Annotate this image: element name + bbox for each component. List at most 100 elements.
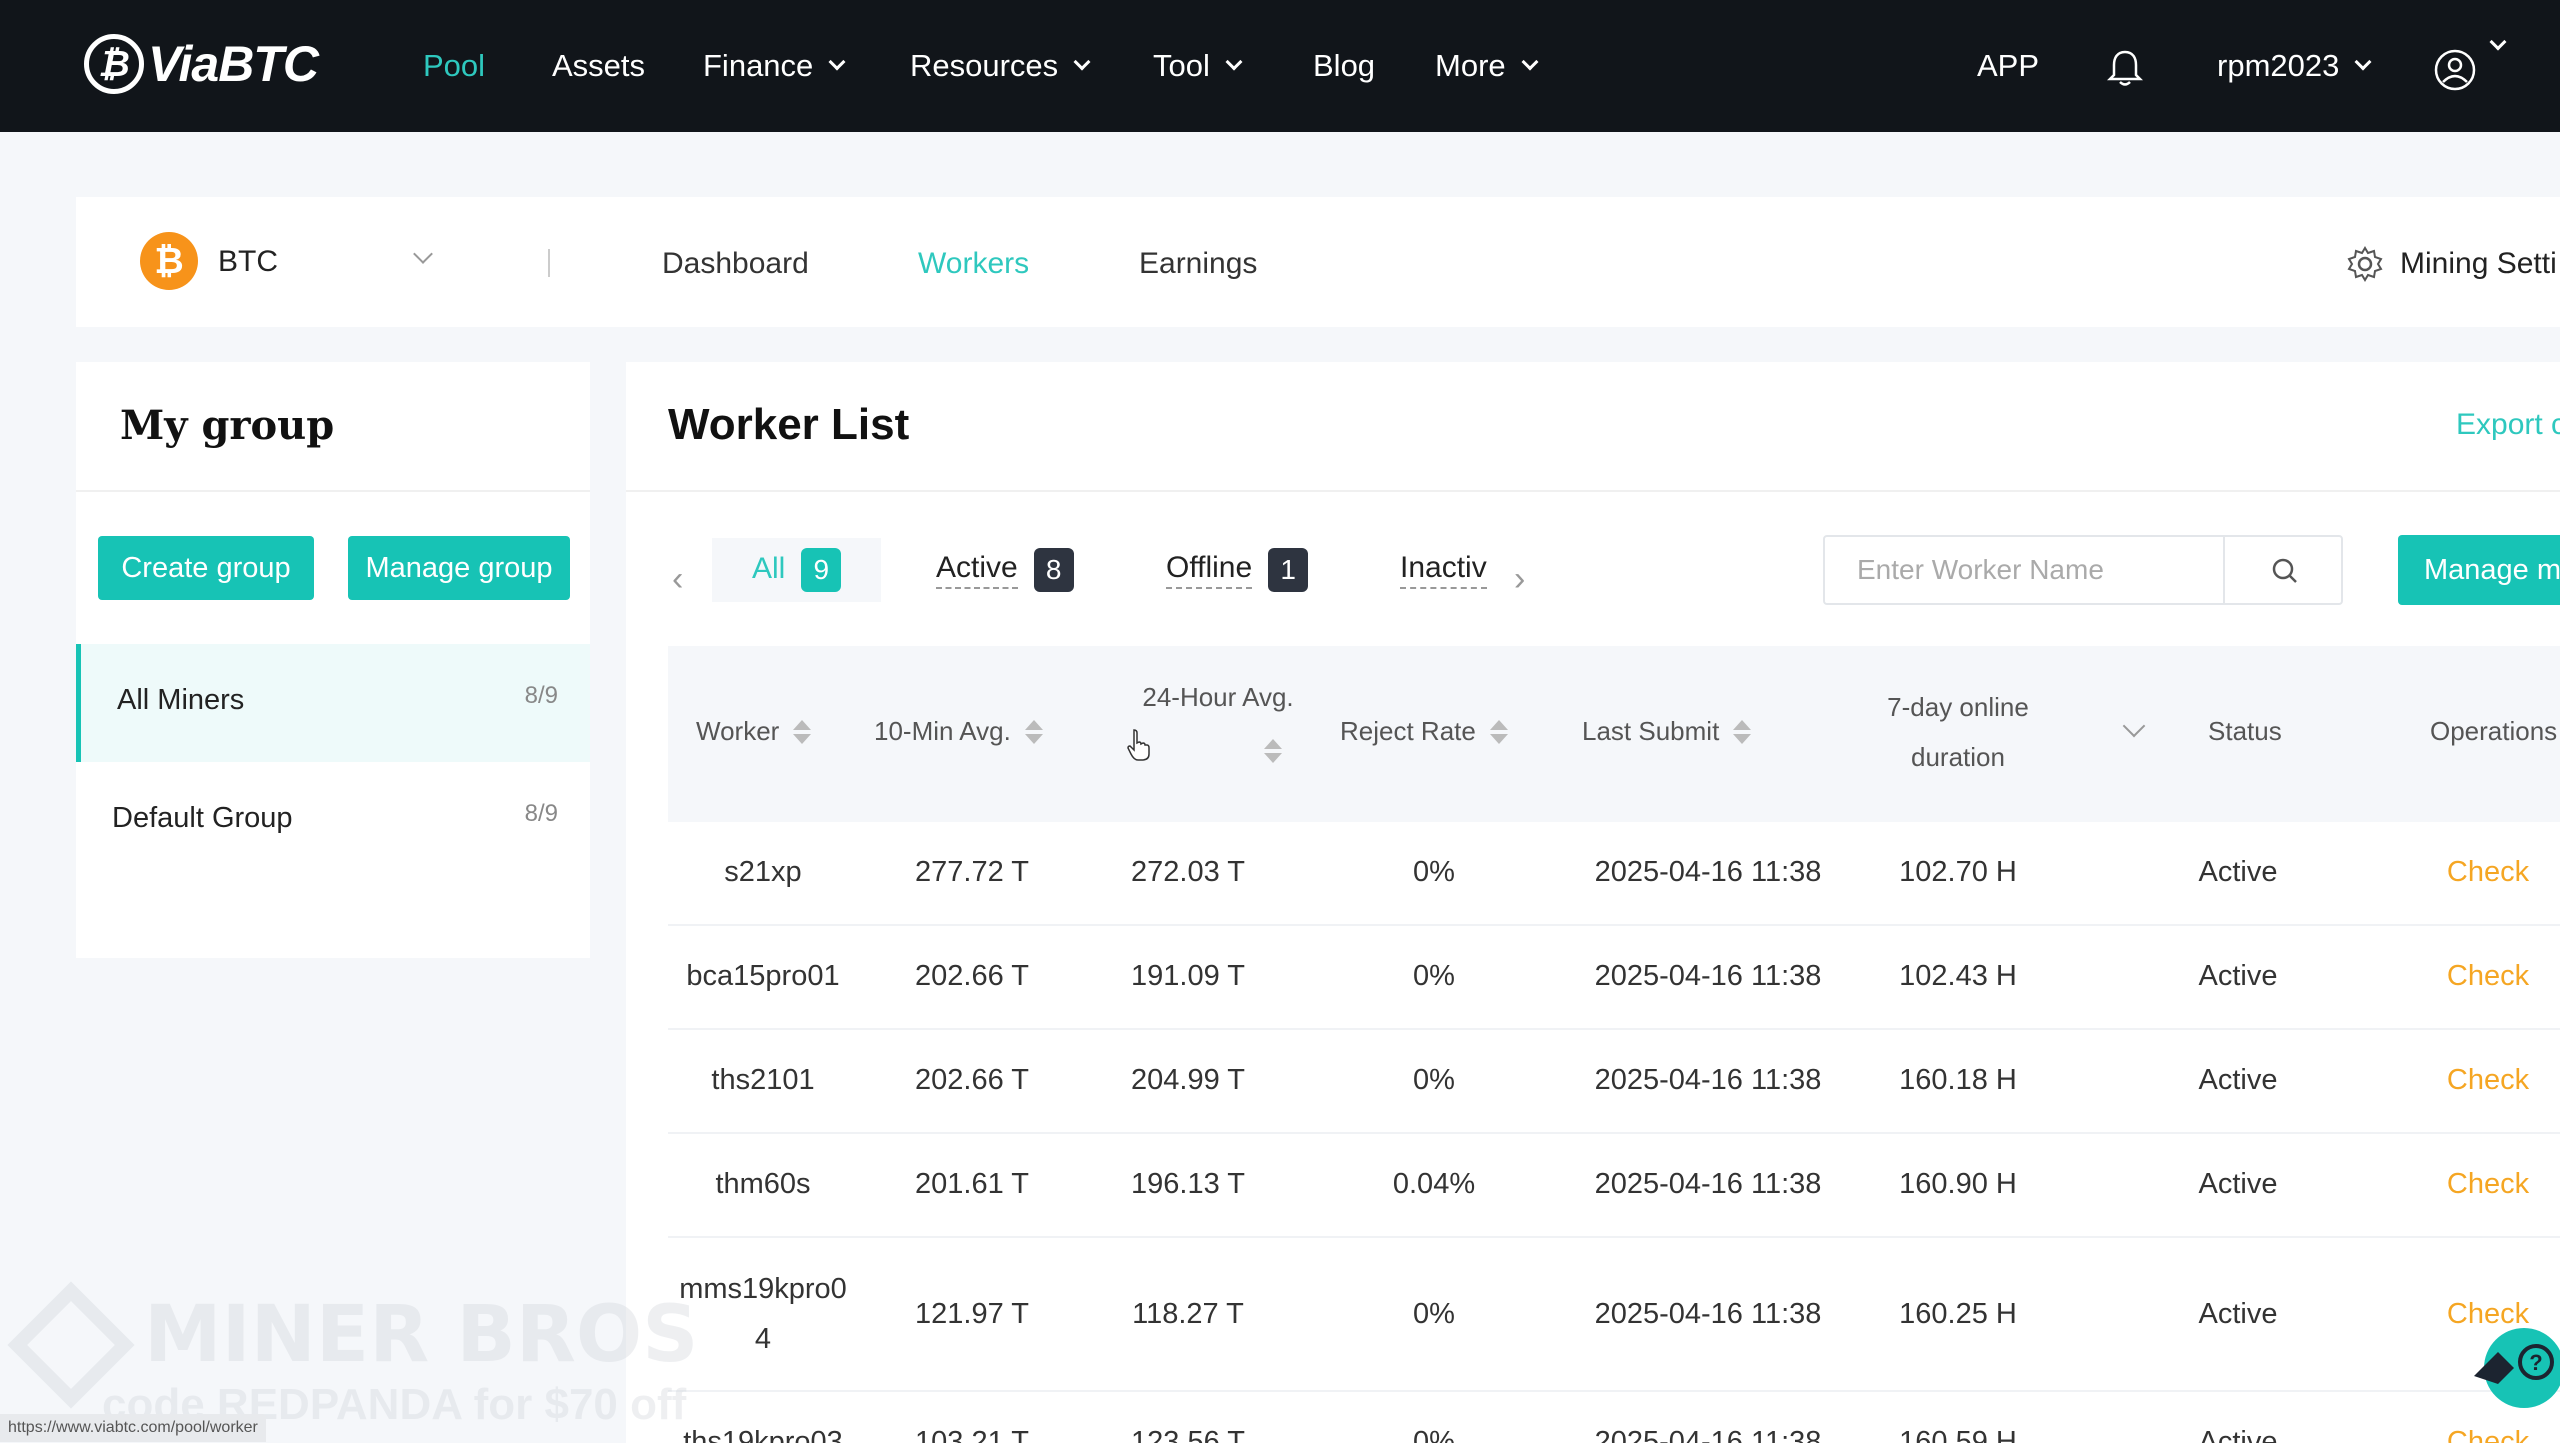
user-menu[interactable]: rpm2023 — [2217, 48, 2372, 84]
check-link[interactable]: Check — [2388, 1168, 2560, 1201]
filter-tab-label: Inactiv — [1400, 551, 1487, 589]
table-row: ths19kpro03 103.21 T 123.56 T 0% 2025-04… — [668, 1392, 2560, 1443]
manage-group-button[interactable]: Manage group — [348, 536, 570, 600]
nav-item-tool[interactable]: Tool — [1153, 48, 1243, 84]
column-header-online-duration[interactable]: 7-day online duration — [1858, 682, 2058, 782]
search-input[interactable] — [1825, 537, 2223, 603]
count-badge: 1 — [1268, 548, 1309, 592]
account-menu-toggle[interactable] — [2489, 33, 2507, 51]
cell-status: Active — [2198, 1298, 2278, 1330]
chevron-down-icon — [828, 53, 846, 71]
tab-earnings[interactable]: Earnings — [1139, 247, 1257, 281]
column-header-10min-avg[interactable]: 10-Min Avg. — [874, 716, 1043, 747]
watermark-title: MINER BROS — [144, 1290, 699, 1380]
cell-online-duration: 160.25 H — [1899, 1298, 2017, 1330]
table-row: s21xp 277.72 T 272.03 T 0% 2025-04-16 11… — [668, 822, 2560, 926]
bitcoin-logo-icon: ₿ — [84, 34, 144, 94]
group-item-label: Default Group — [112, 802, 293, 834]
nav-item-more[interactable]: More — [1435, 48, 1539, 84]
cell-online-duration: 102.70 H — [1899, 856, 2017, 888]
sort-icon[interactable] — [1489, 719, 1508, 744]
column-header-24h-avg[interactable]: 24-Hour Avg. — [1128, 682, 1308, 763]
chevron-down-icon[interactable] — [413, 244, 433, 264]
group-panel: My group Create group Manage group All M… — [76, 362, 590, 958]
status-bar-url: https://www.viabtc.com/pool/worker — [0, 1414, 266, 1442]
table-row: thm60s 201.61 T 196.13 T 0.04% 2025-04-1… — [668, 1134, 2560, 1238]
cell-status: Active — [2198, 1426, 2278, 1443]
group-item-default-group[interactable]: Default Group 8/9 — [76, 762, 590, 880]
worker-list-panel: Worker List Export c ‹ All 9 Active 8 Of… — [626, 362, 2560, 1443]
chevron-left-icon[interactable]: ‹ — [672, 560, 683, 599]
create-group-button[interactable]: Create group — [98, 536, 314, 600]
column-header-operations: Operations — [2430, 716, 2558, 746]
chevron-right-icon[interactable]: › — [1514, 560, 1525, 599]
filter-tab-active[interactable]: Active 8 — [936, 538, 1074, 602]
app-link[interactable]: APP — [1977, 48, 2039, 84]
nav-item-assets[interactable]: Assets — [552, 48, 645, 84]
nav-item-resources[interactable]: Resources — [910, 48, 1091, 84]
cell-24h-avg: 191.09 T — [1131, 960, 1245, 992]
cell-status: Active — [2198, 856, 2278, 888]
filter-tab-offline[interactable]: Offline 1 — [1166, 538, 1309, 602]
top-navigation-bar: ₿ ViaBTC Pool Assets Finance Resources T… — [0, 0, 2560, 132]
tab-dashboard[interactable]: Dashboard — [662, 247, 809, 281]
filter-tab-inactive[interactable]: Inactiv — [1400, 538, 1498, 602]
chevron-down-icon — [1073, 53, 1091, 71]
help-chat-icon[interactable]: ? — [2464, 1320, 2560, 1416]
page-title: Worker List — [668, 400, 910, 449]
cell-status: Active — [2198, 1064, 2278, 1096]
search-icon[interactable] — [2269, 555, 2301, 587]
cell-online-duration: 102.43 H — [1899, 960, 2017, 992]
chevron-down-icon — [1225, 53, 1243, 71]
cell-reject-rate: 0.04% — [1392, 1168, 1476, 1200]
filter-tab-all[interactable]: All 9 — [712, 538, 882, 602]
check-link[interactable]: Check — [2388, 1064, 2560, 1097]
cell-status: Active — [2198, 960, 2278, 992]
coin-tab-bar: ₿ BTC Dashboard Workers Earnings Mining … — [76, 197, 2560, 327]
group-item-count: 8/9 — [524, 682, 558, 709]
chevron-down-icon — [2489, 33, 2507, 51]
table-row: bca15pro01 202.66 T 191.09 T 0% 2025-04-… — [668, 926, 2560, 1030]
check-link[interactable]: Check — [2388, 1426, 2560, 1443]
sort-icon[interactable] — [1024, 719, 1043, 744]
sort-icon[interactable] — [1733, 719, 1752, 744]
chevron-down-icon[interactable] — [2122, 714, 2146, 738]
export-link[interactable]: Export c — [2456, 408, 2560, 442]
column-header-worker[interactable]: Worker — [696, 716, 812, 747]
column-header-status: Status — [2208, 716, 2282, 746]
divider — [76, 490, 590, 492]
viabtc-logo[interactable]: ₿ ViaBTC — [84, 34, 319, 94]
group-panel-title: My group — [120, 402, 335, 449]
cell-last-submit: 2025-04-16 11:38 — [1594, 1298, 1822, 1330]
account-avatar-icon[interactable] — [2433, 48, 2477, 92]
count-badge: 8 — [1033, 548, 1074, 592]
username: rpm2023 — [2217, 48, 2340, 83]
cell-last-submit: 2025-04-16 11:38 — [1594, 960, 1822, 992]
divider — [2223, 537, 2225, 603]
manage-miners-button[interactable]: Manage mi — [2398, 535, 2560, 605]
chevron-down-icon — [1521, 53, 1539, 71]
sort-icon[interactable] — [793, 719, 812, 744]
cell-last-submit: 2025-04-16 11:38 — [1594, 1064, 1822, 1096]
cell-worker: thm60s — [715, 1168, 811, 1200]
cell-last-submit: 2025-04-16 11:38 — [1594, 1426, 1822, 1443]
tab-workers[interactable]: Workers — [918, 247, 1029, 281]
cell-worker: s21xp — [724, 856, 802, 888]
group-item-all-miners[interactable]: All Miners 8/9 — [76, 644, 590, 762]
group-item-label: All Miners — [117, 684, 245, 716]
worker-search — [1823, 535, 2343, 605]
nav-item-blog[interactable]: Blog — [1313, 48, 1375, 84]
column-header-last-submit[interactable]: Last Submit — [1582, 716, 1752, 747]
nav-item-finance[interactable]: Finance — [703, 48, 846, 84]
check-link[interactable]: Check — [2388, 856, 2560, 889]
bell-icon[interactable] — [2107, 48, 2143, 88]
check-link[interactable]: Check — [2388, 960, 2560, 993]
column-header-reject-rate[interactable]: Reject Rate — [1340, 716, 1508, 747]
cell-10min-avg: 277.72 T — [915, 856, 1029, 888]
nav-item-pool[interactable]: Pool — [423, 48, 485, 84]
coin-selector[interactable]: BTC — [218, 245, 278, 279]
btc-coin-icon: ₿ — [140, 232, 198, 290]
sort-icon[interactable] — [1264, 739, 1282, 763]
mining-settings-link[interactable]: Mining Setti — [2346, 245, 2557, 283]
chevron-down-icon — [2354, 53, 2372, 71]
